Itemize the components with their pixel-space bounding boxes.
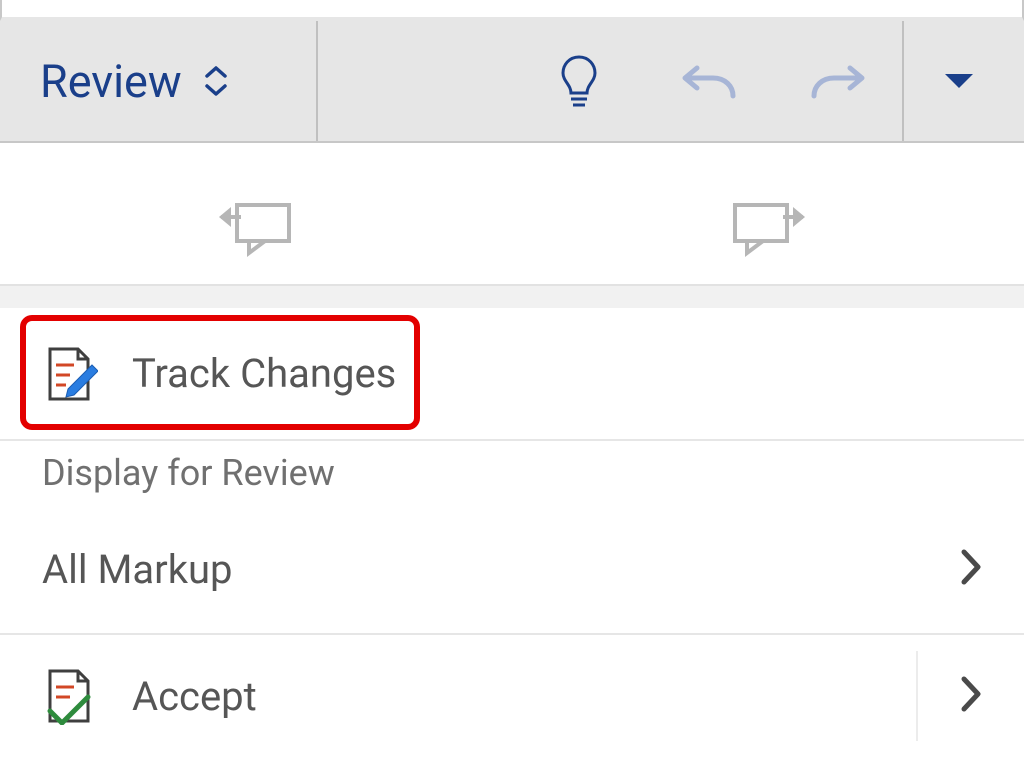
previous-comment-button[interactable] — [0, 168, 512, 284]
accept-button[interactable]: Accept — [0, 635, 1024, 757]
tell-me-button[interactable] — [514, 21, 644, 141]
track-changes-label: Track Changes — [132, 350, 396, 397]
ribbon-tab-label: Review — [40, 55, 182, 108]
ribbon-more-button[interactable] — [904, 21, 1014, 141]
ribbon-tab-selector[interactable]: Review — [0, 21, 318, 141]
dropdown-caret-icon — [945, 74, 973, 88]
display-for-review-label: Display for Review — [42, 452, 335, 494]
accept-icon — [42, 667, 100, 725]
chevron-right-icon — [960, 675, 982, 717]
separator — [916, 651, 918, 741]
display-for-review-header: Display for Review — [0, 441, 1024, 505]
track-changes-icon — [42, 345, 100, 403]
next-comment-icon — [729, 195, 807, 257]
document-edge — [0, 0, 1024, 21]
display-for-review-value: All Markup — [42, 546, 233, 593]
review-options-list: Track Changes Display for Review All Mar… — [0, 308, 1024, 757]
redo-icon — [808, 56, 868, 106]
previous-comment-icon — [217, 195, 295, 257]
ribbon-toolbar: Review — [0, 21, 1024, 143]
track-changes-button[interactable]: Track Changes — [0, 308, 1024, 441]
undo-icon — [679, 56, 739, 106]
ribbon-actions — [318, 21, 1024, 141]
comment-navigation — [0, 168, 1024, 286]
undo-button[interactable] — [644, 21, 774, 141]
redo-button[interactable] — [774, 21, 904, 141]
lightbulb-icon — [559, 53, 599, 109]
tab-switch-icon — [204, 66, 228, 96]
display-for-review-selector[interactable]: All Markup — [0, 505, 1024, 635]
section-gap — [0, 286, 1024, 308]
gap — [0, 143, 1024, 168]
chevron-right-icon — [960, 548, 982, 590]
accept-label: Accept — [132, 673, 904, 720]
next-comment-button[interactable] — [512, 168, 1024, 284]
